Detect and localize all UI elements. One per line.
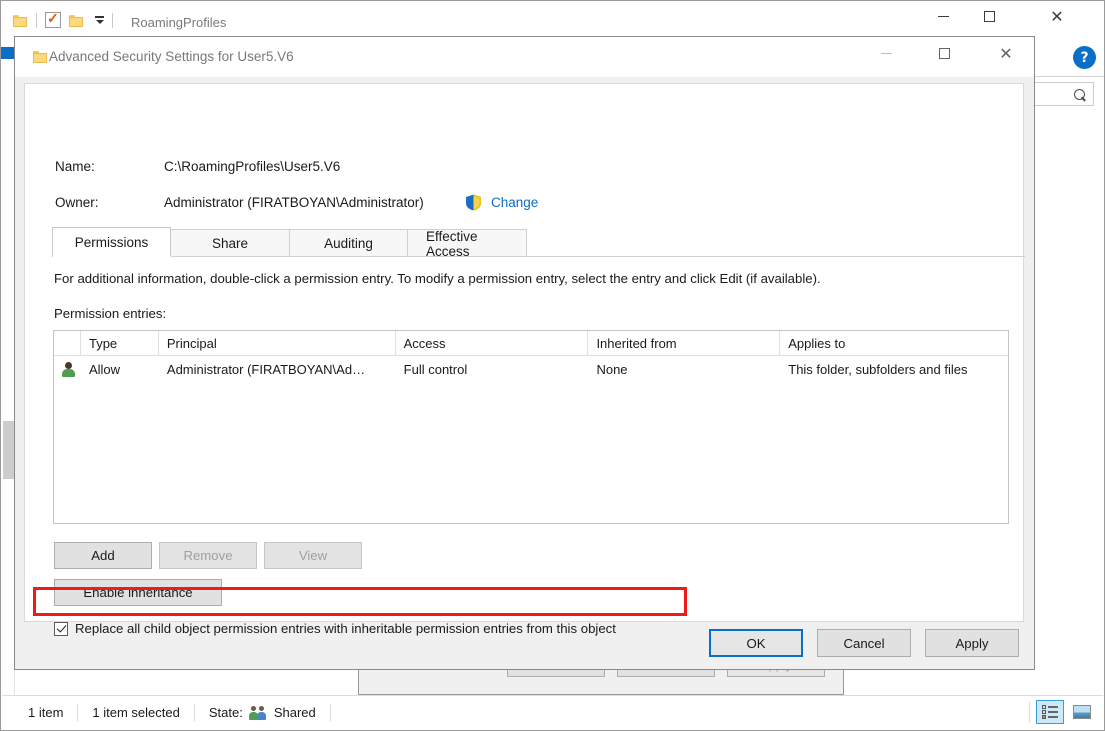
tab-permissions[interactable]: Permissions <box>52 227 171 257</box>
dialog-maximize-button[interactable] <box>921 37 967 69</box>
folder-icon <box>33 50 48 63</box>
quick-access-toolbar <box>13 10 121 28</box>
large-icons-view-button[interactable] <box>1068 700 1096 724</box>
column-header-type[interactable]: Type <box>81 331 159 355</box>
folder-icon <box>13 14 28 27</box>
info-text: For additional information, double-click… <box>54 271 821 286</box>
permission-entries-table[interactable]: Type Principal Access Inherited from App… <box>53 330 1009 524</box>
enable-inheritance-button[interactable]: Enable inheritance <box>54 579 222 606</box>
remove-button: Remove <box>159 542 257 569</box>
status-state: State: Shared <box>195 703 330 723</box>
owner-label: Owner: <box>55 195 99 210</box>
explorer-close-button[interactable]: ✕ <box>1034 1 1080 31</box>
explorer-maximize-button[interactable] <box>966 1 1012 31</box>
tab-active-underline <box>53 256 171 257</box>
name-label: Name: <box>55 159 95 174</box>
status-selected-count: 1 item selected <box>92 705 180 720</box>
tab-share[interactable]: Share <box>170 229 290 257</box>
dialog-body: Name: C:\RoamingProfiles\User5.V6 Owner:… <box>15 77 1034 669</box>
row-access: Full control <box>403 361 468 377</box>
explorer-scrollbar[interactable] <box>2 91 15 691</box>
row-inherited-from: None <box>596 361 628 377</box>
status-item-count: 1 item <box>28 705 64 720</box>
table-row[interactable]: Allow Administrator (FIRATBOYAN\Ad… Full… <box>54 356 1008 382</box>
row-principal: Administrator (FIRATBOYAN\Ad… <box>166 361 366 377</box>
help-button[interactable]: ? <box>1073 46 1096 69</box>
details-view-button[interactable] <box>1036 700 1064 724</box>
column-header-principal[interactable]: Principal <box>159 331 396 355</box>
explorer-title: RoamingProfiles <box>131 15 227 30</box>
search-icon <box>1071 86 1088 102</box>
cancel-button[interactable]: Cancel <box>817 629 911 657</box>
dialog-content-panel: Name: C:\RoamingProfiles\User5.V6 Owner:… <box>24 83 1025 636</box>
row-type: Allow <box>88 361 121 377</box>
tab-effective-access[interactable]: Effective Access <box>407 229 527 259</box>
explorer-status-bar: 1 item 1 item selected State: Shared <box>2 695 1103 729</box>
toolbar-separator <box>36 12 37 28</box>
toolbar-separator <box>112 12 113 28</box>
tab-underline <box>52 256 1025 257</box>
search-input[interactable] <box>1034 82 1094 106</box>
column-header-inherited-from[interactable]: Inherited from <box>588 331 781 355</box>
uac-shield-icon <box>466 194 481 211</box>
apply-button[interactable]: Apply <box>925 629 1019 657</box>
view-button: View <box>264 542 362 569</box>
dialog-tabs: Permissions Share Auditing Effective Acc… <box>52 227 527 259</box>
tab-auditing[interactable]: Auditing <box>289 229 408 257</box>
table-header-row: Type Principal Access Inherited from App… <box>54 331 1008 356</box>
add-button[interactable]: Add <box>54 542 152 569</box>
user-icon <box>61 361 76 377</box>
large-icons-view-icon <box>1073 705 1091 719</box>
properties-checkmark-icon[interactable] <box>45 10 61 28</box>
dialog-title: Advanced Security Settings for User5.V6 <box>49 49 294 64</box>
dialog-close-button[interactable]: ✕ <box>983 37 1029 69</box>
details-view-icon <box>1041 705 1059 719</box>
explorer-accent-marker <box>1 47 15 59</box>
column-header-applies-to[interactable]: Applies to <box>780 331 1008 355</box>
explorer-minimize-button[interactable] <box>920 1 966 31</box>
dialog-action-buttons: OK Cancel Apply <box>15 629 1034 657</box>
shared-people-icon <box>248 705 268 720</box>
advanced-security-settings-dialog: Advanced Security Settings for User5.V6 … <box>14 36 1035 670</box>
folder-icon[interactable] <box>69 14 84 27</box>
row-applies-to: This folder, subfolders and files <box>788 361 968 377</box>
owner-value: Administrator (FIRATBOYAN\Administrator) <box>164 195 424 210</box>
dialog-titlebar: Advanced Security Settings for User5.V6 … <box>15 37 1034 77</box>
view-mode-buttons <box>1036 700 1096 724</box>
status-state-label: State: <box>208 705 243 720</box>
column-header-icon <box>54 331 81 355</box>
row-user-icon-cell <box>54 356 81 382</box>
chevron-down-icon[interactable] <box>94 16 104 24</box>
name-value: C:\RoamingProfiles\User5.V6 <box>164 159 341 174</box>
status-separator <box>329 704 331 721</box>
change-owner-link[interactable]: Change <box>491 195 538 210</box>
permission-entries-label: Permission entries: <box>54 306 167 321</box>
column-header-access[interactable]: Access <box>396 331 589 355</box>
ok-button[interactable]: OK <box>709 629 803 657</box>
dialog-minimize-button[interactable] <box>863 37 909 69</box>
status-state-value: Shared <box>273 705 316 720</box>
status-right-divider <box>1029 702 1030 723</box>
